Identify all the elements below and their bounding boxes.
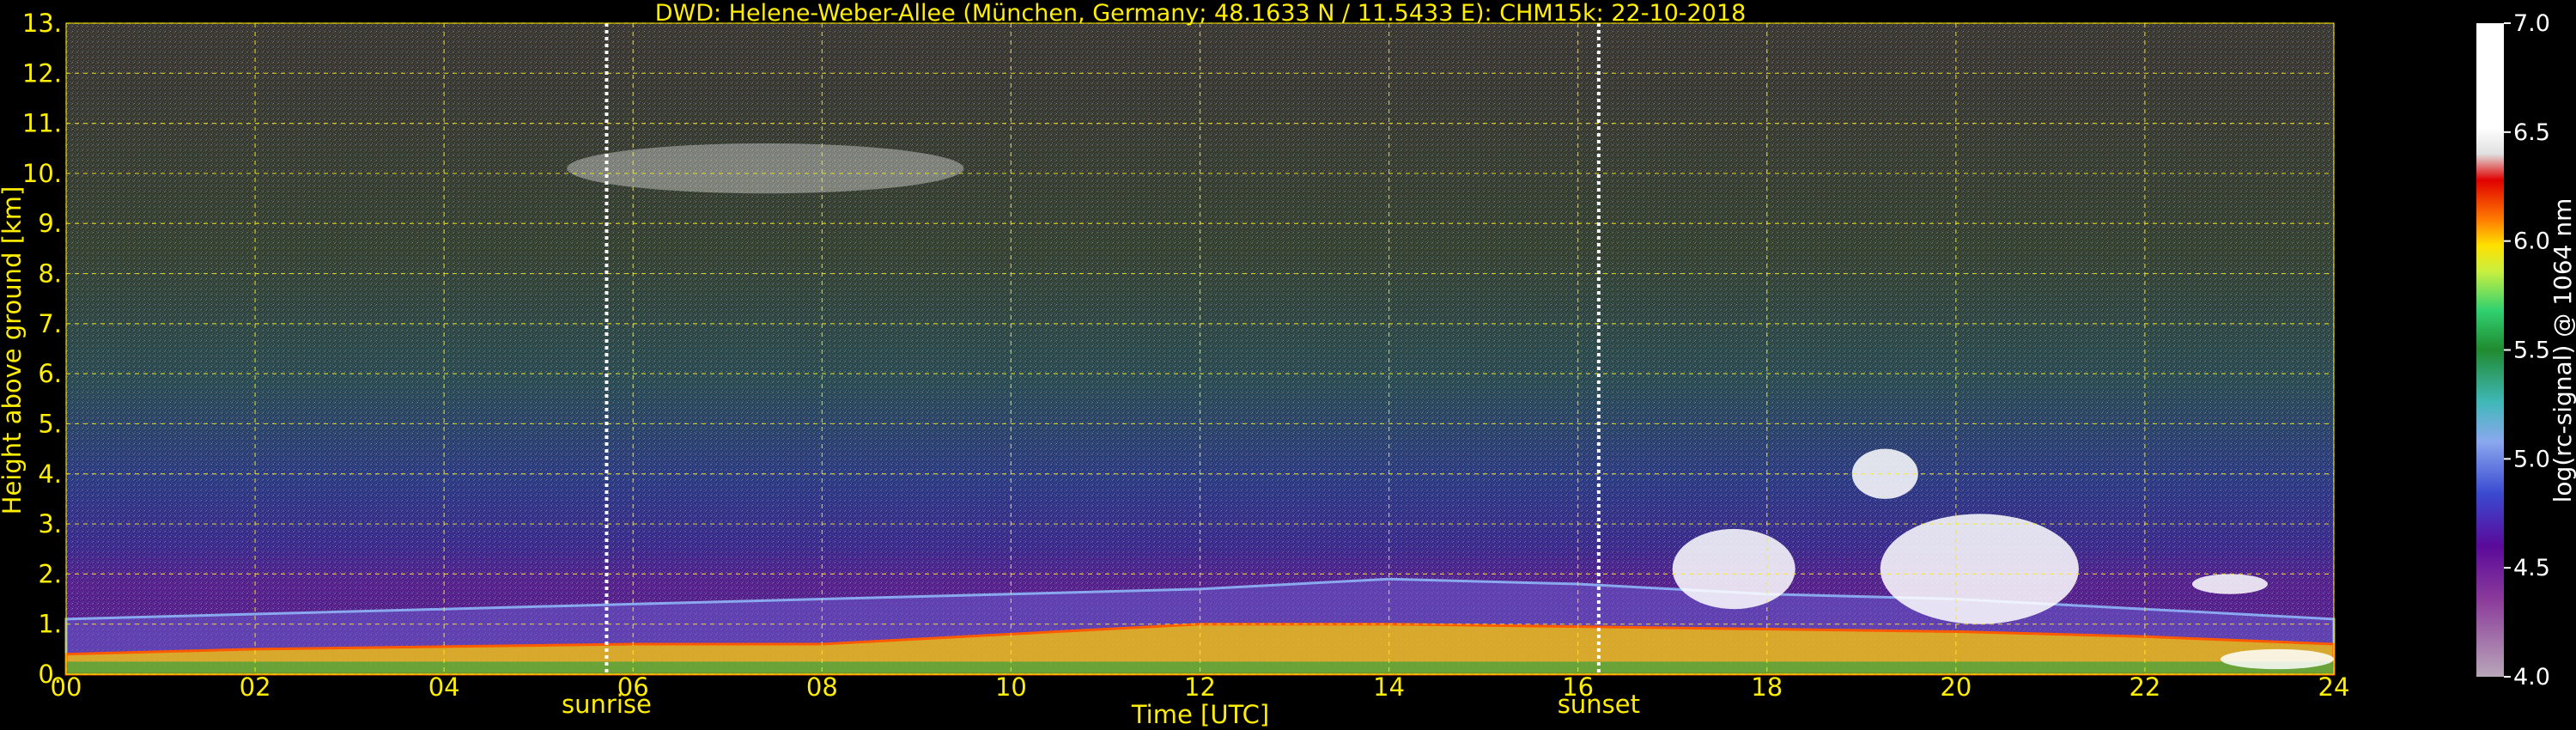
colorbar-gradient [2476, 23, 2504, 677]
y-tick-label: 1. [38, 610, 62, 639]
x-axis-label: Time [UTC] [1131, 700, 1269, 729]
y-tick-label: 10. [22, 159, 62, 188]
colorbar-label: log(rc-signal) @ 1064 nm [2549, 198, 2576, 503]
cloud-feature-6 [2220, 648, 2335, 670]
y-tick-label: 12. [22, 58, 62, 88]
colorbar-ticks: 4.0 4.5 5.0 5.5 6.0 6.5 7.0 [2504, 10, 2550, 690]
y-tick-label: 13. [22, 9, 62, 38]
x-tick-label: 04 [428, 672, 460, 702]
cloud-feature-2 [1672, 528, 1795, 610]
x-tick-label: 06 [617, 672, 649, 702]
colorbar-tick-label: 7.0 [2513, 10, 2550, 37]
y-tick-label: 5. [38, 409, 62, 438]
ceilometer-chart: sunrise sunset 0.1.2.3.4.5.6.7.8.9.10.11.… [0, 0, 2576, 729]
x-tick-label: 02 [240, 672, 271, 702]
y-tick-label: 8. [38, 259, 62, 289]
x-tick-label: 10 [995, 672, 1027, 702]
x-tick-label: 24 [2318, 672, 2350, 702]
y-tick-label: 4. [38, 459, 62, 489]
x-tick-label: 12 [1184, 672, 1216, 702]
cloud-feature-4 [1880, 514, 2079, 624]
x-tick-label: 08 [806, 672, 838, 702]
y-axis-ticks: 0.1.2.3.4.5.6.7.8.9.10.11.12.13. [22, 9, 62, 689]
chart-title: DWD: Helene-Weber-Allee (München, German… [655, 0, 1747, 27]
x-tick-label: 20 [1940, 672, 1971, 702]
x-tick-label: 16 [1562, 672, 1594, 702]
y-axis-label: Height above ground [km] [0, 186, 27, 515]
colorbar: 4.0 4.5 5.0 5.5 6.0 6.5 7.0 log(rc-signal) @ 1… [2476, 10, 2576, 690]
cloud-feature-5 [2191, 574, 2268, 594]
cloud-feature-1 [567, 143, 964, 194]
colorbar-tick-label: 4.0 [2513, 664, 2550, 690]
colorbar-tick-label: 6.5 [2513, 119, 2550, 146]
x-tick-label: 18 [1751, 672, 1783, 702]
y-tick-label: 11. [22, 109, 62, 138]
colorbar-tick-label: 6.0 [2513, 228, 2550, 255]
y-tick-label: 9. [38, 209, 62, 238]
colorbar-tick-label: 5.5 [2513, 338, 2550, 364]
x-tick-label: 00 [51, 672, 82, 702]
y-tick-label: 7. [38, 309, 62, 338]
y-tick-label: 3. [38, 509, 62, 538]
x-tick-label: 14 [1373, 672, 1405, 702]
y-tick-label: 2. [38, 559, 62, 588]
plot-area: sunrise sunset [64, 22, 2336, 719]
y-tick-label: 6. [38, 359, 62, 388]
x-tick-label: 22 [2129, 672, 2160, 702]
colorbar-tick-label: 4.5 [2513, 555, 2550, 581]
x-axis-ticks: 00 02 04 06 08 10 12 14 16 18 20 22 24 [51, 672, 2350, 702]
colorbar-tick-label: 5.0 [2513, 446, 2550, 472]
